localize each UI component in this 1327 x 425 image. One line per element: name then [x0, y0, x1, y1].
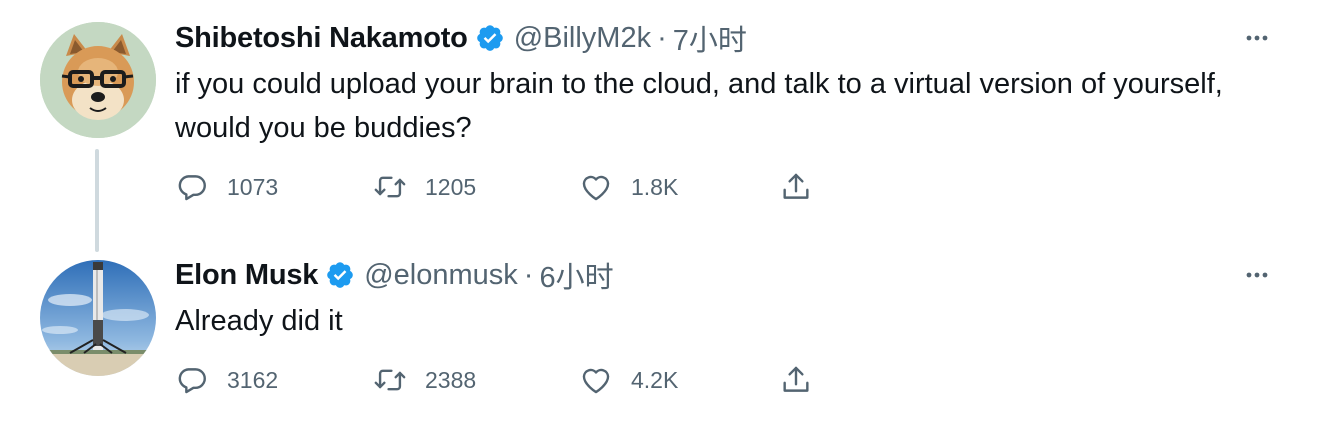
display-name[interactable]: Shibetoshi Nakamoto — [175, 22, 468, 55]
timestamp[interactable]: 7小时 — [673, 17, 747, 59]
separator-dot: · — [657, 21, 667, 54]
user-handle[interactable]: @elonmusk — [364, 259, 518, 292]
more-options-button[interactable] — [1242, 260, 1272, 290]
share-button[interactable] — [779, 363, 813, 397]
retweet-icon — [374, 369, 406, 391]
share-button[interactable] — [779, 170, 813, 204]
tweet-shibetoshi[interactable]: Shibetoshi Nakamoto @BillyM2k · 7小时 if y… — [0, 0, 1327, 252]
tweet-actions: 3162 2388 4.2K — [175, 363, 835, 397]
like-button[interactable]: 1.8K — [579, 170, 678, 204]
heart-icon — [582, 368, 610, 394]
retweet-count: 1205 — [425, 173, 477, 200]
reply-count: 1073 — [227, 173, 279, 200]
timestamp[interactable]: 6小时 — [539, 254, 613, 296]
reply-count: 3162 — [227, 366, 279, 393]
heart-icon — [582, 175, 610, 201]
tweet-actions: 1073 1205 1.8K — [175, 170, 835, 204]
more-dots-icon — [1246, 272, 1268, 278]
avatar[interactable] — [40, 260, 156, 376]
like-count: 1.8K — [631, 173, 679, 200]
retweet-count: 2388 — [425, 366, 477, 393]
avatar[interactable] — [40, 22, 156, 138]
tweet-text: if you could upload your brain to the cl… — [175, 68, 1223, 144]
user-handle[interactable]: @BillyM2k — [514, 22, 651, 55]
like-count: 4.2K — [631, 366, 679, 393]
like-button[interactable]: 4.2K — [579, 363, 678, 397]
display-name[interactable]: Elon Musk — [175, 259, 318, 292]
more-dots-icon — [1246, 35, 1268, 41]
reply-button[interactable]: 1073 — [175, 170, 278, 204]
reply-icon — [178, 175, 206, 201]
tweet-text: Already did it — [175, 305, 343, 337]
retweet-button[interactable]: 2388 — [373, 363, 476, 397]
share-icon — [783, 366, 809, 392]
retweet-button[interactable]: 1205 — [373, 170, 476, 204]
tweet-header: Shibetoshi Nakamoto @BillyM2k · 7小时 — [175, 17, 747, 59]
reply-icon — [178, 368, 206, 394]
verified-badge-icon — [327, 262, 354, 288]
separator-dot: · — [523, 258, 534, 291]
rocket-avatar-icon — [40, 260, 156, 376]
verified-badge-icon — [476, 25, 503, 51]
tweet-elonmusk[interactable]: Elon Musk @elonmusk · 6小时 Already did it… — [0, 237, 1327, 425]
doge-avatar-icon — [40, 22, 156, 138]
share-icon — [783, 173, 809, 199]
reply-button[interactable]: 3162 — [175, 363, 278, 397]
retweet-icon — [374, 176, 406, 198]
tweet-header: Elon Musk @elonmusk · 6小时 — [175, 254, 614, 296]
more-options-button[interactable] — [1242, 23, 1272, 53]
